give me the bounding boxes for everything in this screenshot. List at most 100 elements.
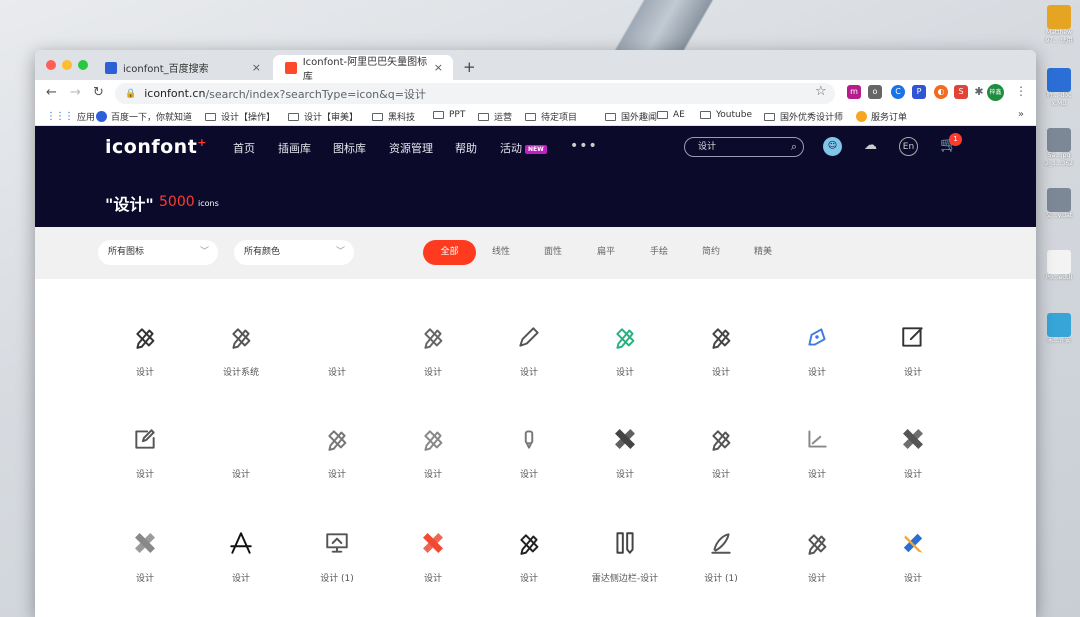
icon-card[interactable]: 设计 <box>865 324 961 394</box>
extension-c-icon[interactable]: C <box>891 85 905 99</box>
address-bar[interactable]: 🔒 iconfont.cn /search/index?searchType=i… <box>115 83 835 104</box>
bookmark-item[interactable]: 百度一下，你就知道 <box>96 110 192 123</box>
style-filter-all[interactable]: 全部 <box>423 240 476 265</box>
tab-strip: iconfont_百度搜索 × Iconfont-阿里巴巴矢量图标库 × + <box>35 50 1036 83</box>
extension-s-icon[interactable]: S <box>954 85 968 99</box>
icon-card[interactable]: 设计 <box>481 324 577 394</box>
bookmark-label: 黑科技 <box>388 113 416 123</box>
bookmark-item[interactable]: 国外趣闻 <box>605 110 657 123</box>
icon-card[interactable]: 设计 <box>577 426 673 496</box>
icon-card[interactable]: 设计 <box>385 324 481 394</box>
desktop-item[interactable]: Po...edUI <box>1038 250 1080 282</box>
bookmark-item[interactable]: PPT <box>433 110 465 120</box>
language-switch-icon[interactable]: En <box>899 137 918 156</box>
icon-card[interactable]: 设计 <box>481 530 577 600</box>
desktop-item[interactable]: 交...y.dat <box>1038 188 1080 220</box>
bookmark-item[interactable]: 设计【操作】 <box>205 110 275 123</box>
extensions-puzzle-icon[interactable]: ✱ <box>972 85 986 99</box>
icon-card[interactable]: 设计 <box>865 530 961 600</box>
desktop-item[interactable]: Matthew 97... 使用 <box>1038 5 1080 45</box>
user-avatar-icon[interactable]: ☺ <box>823 137 842 156</box>
desktop-item-label: Po...edUI <box>1045 274 1073 281</box>
icon-card[interactable]: 设计 <box>193 530 289 600</box>
document-icon <box>1047 250 1071 274</box>
icon-card[interactable]: 设计 <box>97 324 193 394</box>
minimize-window-button[interactable] <box>62 60 72 70</box>
bookmark-item[interactable]: Youtube <box>700 110 752 120</box>
upload-cloud-icon[interactable]: ☁ <box>861 137 880 156</box>
icon-card[interactable]: 设计 <box>481 426 577 496</box>
reload-icon[interactable]: ↻ <box>93 85 104 100</box>
forward-arrow-icon[interactable]: → <box>70 85 81 100</box>
nav-help[interactable]: 帮助 <box>455 140 477 156</box>
style-filter-fine[interactable]: 精美 <box>754 240 772 265</box>
bookmark-star-icon[interactable]: ☆ <box>815 84 827 99</box>
icon-card[interactable]: 设计 <box>769 324 865 394</box>
bookmark-item[interactable]: 黑科技 <box>372 110 415 123</box>
extension-lens-icon[interactable]: ◐ <box>934 85 948 99</box>
nav-events[interactable]: 活动 NEW <box>500 140 547 156</box>
icon-card[interactable]: 设计 <box>673 426 769 496</box>
icon-card[interactable]: 设计系统 <box>193 324 289 394</box>
icon-card[interactable]: 雷达侧边栏-设计 <box>577 530 673 600</box>
zoom-window-button[interactable] <box>78 60 88 70</box>
desktop-item-sublabel: 2_3...362 <box>1045 160 1073 167</box>
icon-name: 设计 <box>519 574 538 584</box>
icon-card[interactable]: 设计 <box>97 426 193 496</box>
icon-card[interactable]: 设计 <box>673 324 769 394</box>
nav-resources[interactable]: 资源管理 <box>389 140 433 156</box>
icon-card[interactable]: 设计 <box>289 324 385 394</box>
icon-card[interactable]: 设计 <box>865 426 961 496</box>
nav-illustrations[interactable]: 插画库 <box>278 140 311 156</box>
tab-iconfont[interactable]: Iconfont-阿里巴巴矢量图标库 × <box>273 55 453 83</box>
profile-avatar[interactable]: 梓鑫 <box>987 84 1004 101</box>
site-logo[interactable]: iconfont+ <box>105 136 207 158</box>
icon-card[interactable]: 设计 <box>577 324 673 394</box>
nav-events-label: 活动 <box>500 142 522 155</box>
bookmark-item[interactable]: 服务订单 <box>856 110 907 123</box>
style-filter-simple[interactable]: 简约 <box>702 240 720 265</box>
icon-card[interactable]: 设计 (1) <box>673 530 769 600</box>
color-select[interactable]: 所有颜色 ﹀ <box>234 240 354 265</box>
browser-menu-icon[interactable]: ⋮ <box>1015 84 1027 98</box>
style-filter-handdrawn[interactable]: 手绘 <box>650 240 668 265</box>
close-window-button[interactable] <box>46 60 56 70</box>
icon-card[interactable]: 设计 <box>769 530 865 600</box>
bookmark-item[interactable]: ⋮⋮⋮ 应用 <box>46 110 95 123</box>
icon-type-select[interactable]: 所有图标 ﹀ <box>98 240 218 265</box>
icon-card[interactable]: 设计 <box>385 530 481 600</box>
bookmark-item[interactable]: AE <box>657 110 685 120</box>
bookmark-item[interactable]: 国外优秀设计师 <box>764 110 843 123</box>
bookmark-item[interactable]: 运营 <box>478 110 512 123</box>
icon-card[interactable]: 设计 (1) <box>289 530 385 600</box>
nav-icon-library[interactable]: 图标库 <box>333 140 366 156</box>
pencil-ruler-outline-icon <box>616 328 635 349</box>
pencil-ruler-bold-icon <box>136 328 155 349</box>
extension-p-icon[interactable]: P <box>912 85 926 99</box>
desktop-item[interactable]: 特...-doc x.MB <box>1038 68 1080 108</box>
icon-card[interactable]: 设计 <box>193 426 289 496</box>
site-search-input[interactable]: 设计 ⌕ <box>684 137 804 157</box>
desktop-item[interactable]: 5a...jpg 2_3...362 <box>1038 128 1080 168</box>
search-icon[interactable]: ⌕ <box>791 138 797 156</box>
extension-m-icon[interactable]: m <box>847 85 861 99</box>
bookmarks-overflow-button[interactable]: » <box>1018 109 1024 120</box>
icon-card[interactable]: 设计 <box>769 426 865 496</box>
nav-more-icon[interactable]: ••• <box>570 138 598 154</box>
bookmark-item[interactable]: 设计【审美】 <box>288 110 358 123</box>
icon-card[interactable]: 设计 <box>289 426 385 496</box>
close-tab-icon[interactable]: × <box>252 61 261 74</box>
extension-office-icon[interactable]: o <box>868 85 882 99</box>
icon-card[interactable]: 设计 <box>385 426 481 496</box>
style-filter-solid[interactable]: 面性 <box>544 240 562 265</box>
style-filter-flat[interactable]: 扁平 <box>597 240 615 265</box>
tab-baidu[interactable]: iconfont_百度搜索 × <box>93 55 271 80</box>
close-tab-icon[interactable]: × <box>434 61 443 74</box>
bookmark-item[interactable]: 待定项目 <box>525 110 577 123</box>
back-arrow-icon[interactable]: ← <box>46 85 57 100</box>
icon-card[interactable]: 设计 <box>97 530 193 600</box>
style-filter-line[interactable]: 线性 <box>492 240 510 265</box>
new-tab-button[interactable]: + <box>463 58 476 76</box>
desktop-item[interactable]: 未...许安 <box>1038 313 1080 345</box>
nav-home[interactable]: 首页 <box>233 140 255 156</box>
